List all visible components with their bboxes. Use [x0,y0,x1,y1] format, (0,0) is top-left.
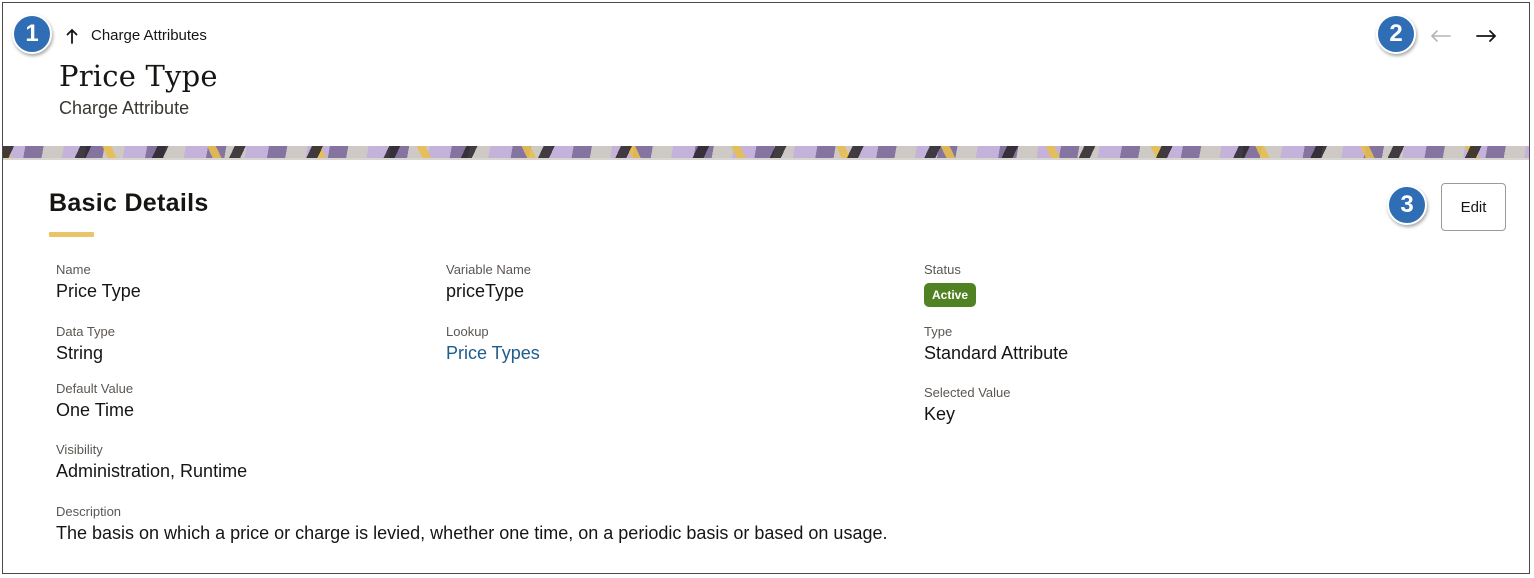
field-lookup: Lookup Price Types [446,324,540,365]
breadcrumb[interactable]: Charge Attributes [65,27,207,44]
field-value: The basis on which a price or charge is … [56,523,888,543]
field-label: Default Value [56,381,134,396]
previous-record-button[interactable] [1427,23,1455,49]
section-title: Basic Details [49,189,209,217]
arrow-right-icon [1476,30,1497,42]
field-name: Name Price Type [56,262,141,303]
field-label: Type [924,324,953,339]
callout-badge-1: 1 [12,14,52,54]
field-label: Variable Name [446,262,532,277]
field-value: String [56,343,104,363]
page-frame: Charge Attributes Price Type Charge Attr… [2,2,1530,574]
field-label: Status [924,262,961,277]
callout-badge-3: 3 [1387,185,1427,225]
field-type: Type Standard Attribute [924,324,1068,365]
lookup-link[interactable]: Price Types [446,341,540,365]
field-value: Key [924,404,956,424]
next-record-button[interactable] [1472,23,1500,49]
arrow-left-icon [1430,30,1451,42]
field-label: Visibility [56,442,103,457]
field-value: Price Type [56,281,141,301]
banner-divider [3,158,1529,160]
field-label: Data Type [56,324,116,339]
field-variable-name: Variable Name priceType [446,262,531,303]
decorative-banner [3,146,1529,158]
page-title: Price Type [59,59,218,93]
field-value: priceType [446,281,525,301]
field-label: Name [56,262,91,277]
field-selected-value: Selected Value Key [924,385,1011,426]
field-value: One Time [56,400,135,420]
field-data-type: Data Type String [56,324,115,365]
section-title-underline [49,232,94,237]
field-default-value: Default Value One Time [56,381,134,422]
field-visibility: Visibility Administration, Runtime [56,442,247,483]
field-label: Selected Value [924,385,1011,400]
field-value: Standard Attribute [924,343,1069,363]
status-badge: Active [924,283,977,307]
field-label: Description [56,504,122,519]
page-subtitle: Charge Attribute [59,98,190,118]
breadcrumb-label: Charge Attributes [91,27,207,44]
field-status: Status Active [924,262,977,307]
field-value: Administration, Runtime [56,461,248,481]
arrow-up-icon [66,28,78,44]
edit-button[interactable]: Edit [1441,183,1506,231]
field-description: Description The basis on which a price o… [56,504,887,545]
field-label: Lookup [446,324,489,339]
callout-badge-2: 2 [1376,14,1416,54]
